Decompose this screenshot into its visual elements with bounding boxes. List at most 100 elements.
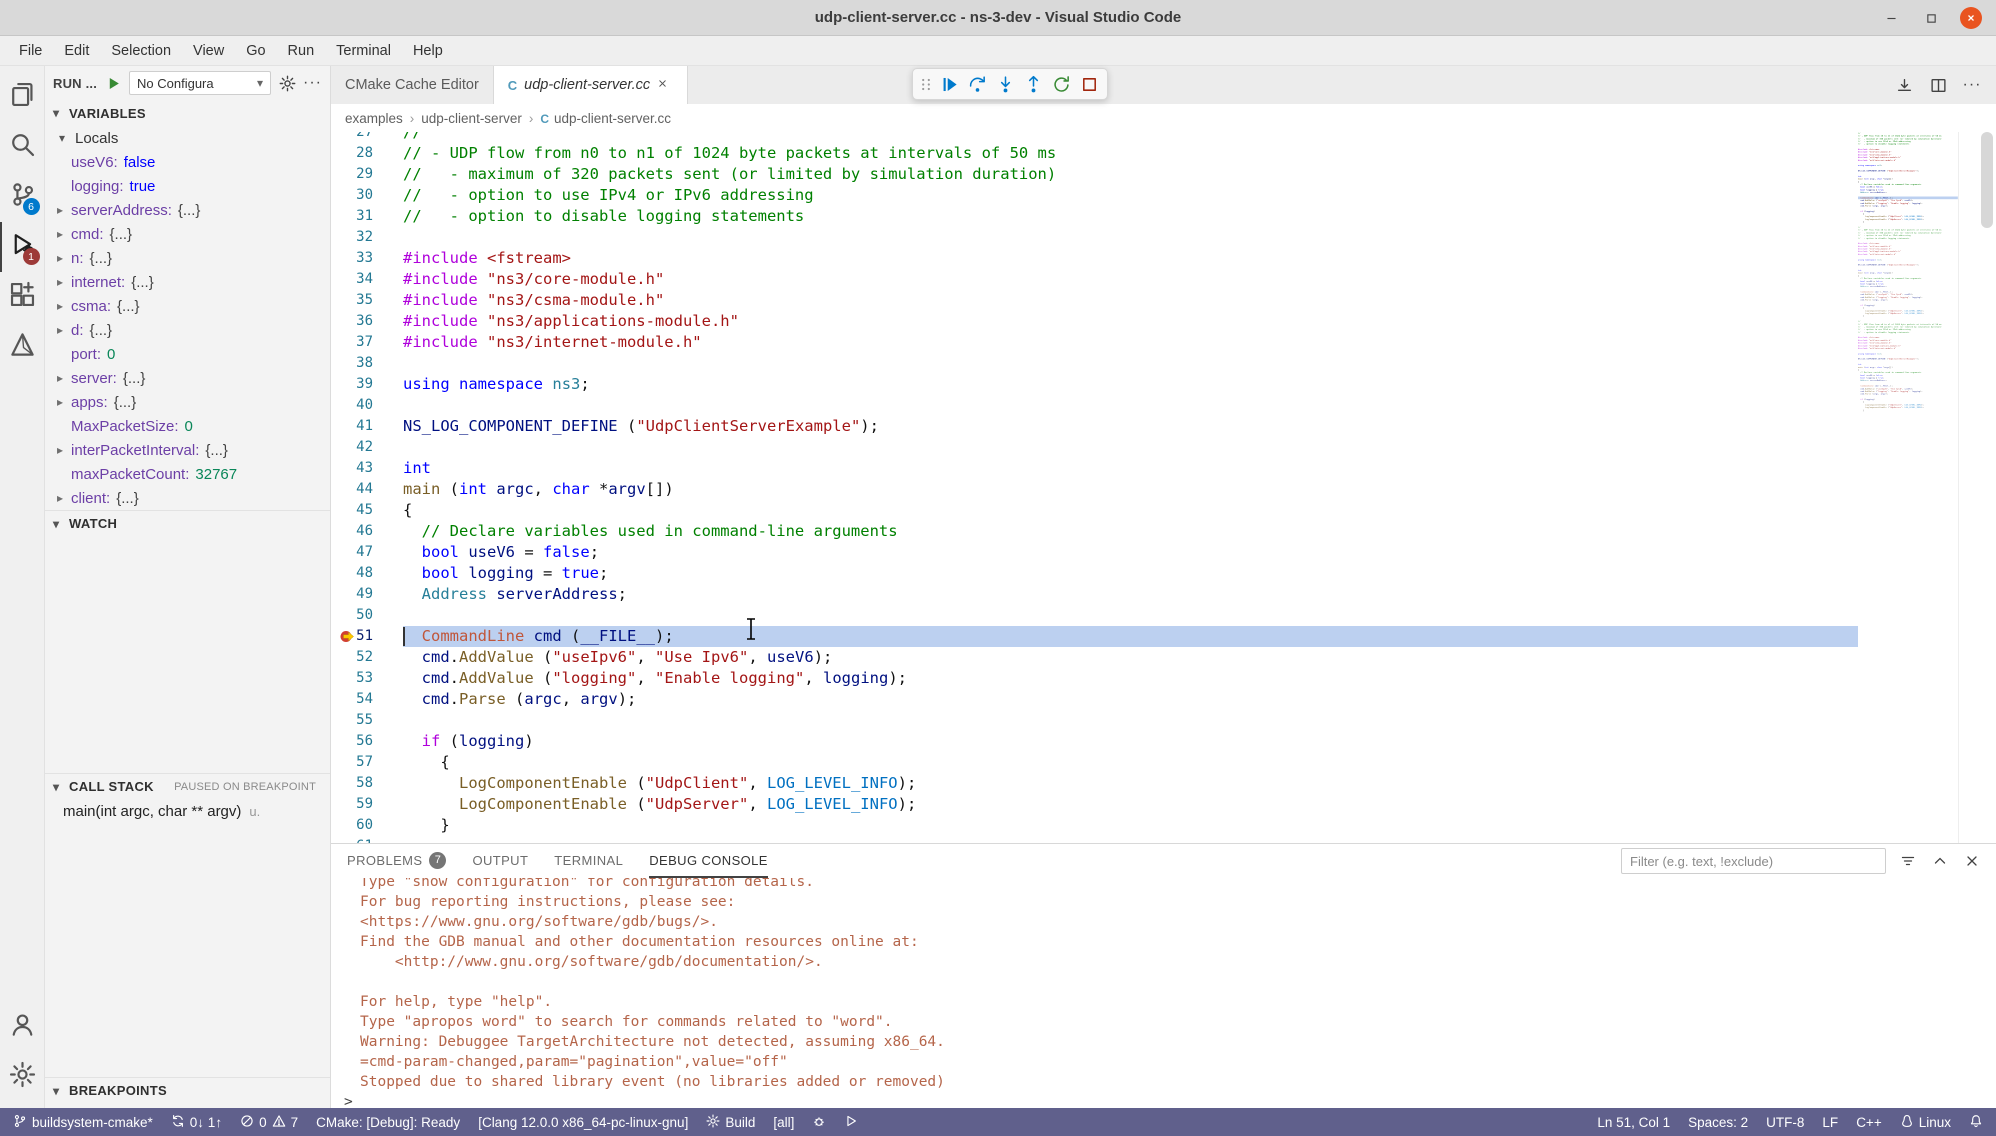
line-text[interactable]: NS_LOG_COMPONENT_DEFINE ("UdpClientServe… xyxy=(403,416,1858,437)
more-actions-icon[interactable]: ··· xyxy=(1962,75,1982,95)
line-number[interactable]: 60 xyxy=(331,815,403,836)
variable-row-apps[interactable]: ▸apps:{...} xyxy=(45,390,330,414)
line-text[interactable]: #include "ns3/applications-module.h" xyxy=(403,311,1858,332)
status-eol[interactable]: LF xyxy=(1813,1108,1847,1136)
variable-row-MaxPacketSize[interactable]: MaxPacketSize:0 xyxy=(45,414,330,438)
line-number[interactable]: 39 xyxy=(331,374,403,395)
more-actions-icon[interactable]: ··· xyxy=(303,74,322,92)
code-line-58[interactable]: 58 LogComponentEnable ("UdpClient", LOG_… xyxy=(331,773,1858,794)
variable-row-client[interactable]: ▸client:{...} xyxy=(45,486,330,510)
line-text[interactable]: if (logging) xyxy=(403,731,1858,752)
status-notifications[interactable] xyxy=(1960,1108,1992,1136)
menu-item-go[interactable]: Go xyxy=(235,36,276,66)
activity-search[interactable] xyxy=(0,122,45,172)
restart-button-icon[interactable] xyxy=(1048,71,1074,97)
activity-settings[interactable] xyxy=(0,1052,45,1102)
line-text[interactable]: // - maximum of 320 packets sent (or lim… xyxy=(403,164,1858,185)
line-text[interactable]: #include "ns3/core-module.h" xyxy=(403,269,1858,290)
line-text[interactable]: // - UDP flow from n0 to n1 of 1024 byte… xyxy=(403,143,1858,164)
line-text[interactable]: #include "ns3/internet-module.h" xyxy=(403,332,1858,353)
code-line-54[interactable]: 54 cmd.Parse (argc, argv); xyxy=(331,689,1858,710)
code-line-47[interactable]: 47 bool useV6 = false; xyxy=(331,542,1858,563)
variable-row-port[interactable]: port:0 xyxy=(45,342,330,366)
line-text[interactable] xyxy=(403,395,1858,416)
line-text[interactable]: LogComponentEnable ("UdpClient", LOG_LEV… xyxy=(403,773,1858,794)
line-number[interactable]: 30 xyxy=(331,185,403,206)
status-cursor-position[interactable]: Ln 51, Col 1 xyxy=(1588,1108,1679,1136)
scope-locals[interactable]: ▾ Locals xyxy=(45,126,330,150)
line-text[interactable]: { xyxy=(403,752,1858,773)
close-tab-icon[interactable] xyxy=(657,77,673,93)
code-line-43[interactable]: 43int xyxy=(331,458,1858,479)
code-line-44[interactable]: 44main (int argc, char *argv[]) xyxy=(331,479,1858,500)
line-text[interactable]: #include <fstream> xyxy=(403,248,1858,269)
panel-tab-terminal[interactable]: TERMINAL xyxy=(554,844,623,878)
line-text[interactable]: } xyxy=(403,815,1858,836)
menu-item-help[interactable]: Help xyxy=(402,36,454,66)
line-text[interactable] xyxy=(403,710,1858,731)
status-git-branch[interactable]: buildsystem-cmake* xyxy=(4,1108,162,1136)
watch-section-header[interactable]: ▾ WATCH xyxy=(45,510,330,536)
menu-item-terminal[interactable]: Terminal xyxy=(325,36,402,66)
line-number[interactable]: 53 xyxy=(331,668,403,689)
status-language-mode[interactable]: C++ xyxy=(1847,1108,1891,1136)
code-line-38[interactable]: 38 xyxy=(331,353,1858,374)
status-cmake-kit[interactable]: [Clang 12.0.0 x86_64-pc-linux-gnu] xyxy=(469,1108,697,1136)
variables-section-header[interactable]: ▾ VARIABLES xyxy=(45,100,330,126)
close-panel-icon[interactable] xyxy=(1962,851,1982,871)
line-number[interactable]: 29 xyxy=(331,164,403,185)
scrollbar-thumb[interactable] xyxy=(1981,132,1993,228)
line-number[interactable]: 38 xyxy=(331,353,403,374)
status-problems[interactable]: 07 xyxy=(231,1108,307,1136)
variable-row-server[interactable]: ▸server:{...} xyxy=(45,366,330,390)
line-number[interactable]: 33 xyxy=(331,248,403,269)
line-text[interactable]: CommandLine cmd (__FILE__); xyxy=(403,626,1858,647)
menu-item-file[interactable]: File xyxy=(8,36,53,66)
step-out-button-icon[interactable] xyxy=(1020,71,1046,97)
line-text[interactable]: // xyxy=(403,132,1858,143)
code-line-29[interactable]: 29// - maximum of 320 packets sent (or l… xyxy=(331,164,1858,185)
variable-row-serverAddress[interactable]: ▸serverAddress:{...} xyxy=(45,198,330,222)
line-text[interactable]: // - option to use IPv4 or IPv6 addressi… xyxy=(403,185,1858,206)
activity-extensions[interactable] xyxy=(0,272,45,322)
code-line-32[interactable]: 32 xyxy=(331,227,1858,248)
console-filter-input[interactable] xyxy=(1621,848,1886,874)
line-number[interactable]: 36 xyxy=(331,311,403,332)
line-text[interactable]: LogComponentEnable ("UdpServer", LOG_LEV… xyxy=(403,794,1858,815)
code-editor[interactable]: 27//28// - UDP flow from n0 to n1 of 102… xyxy=(331,132,1858,843)
line-text[interactable]: bool logging = true; xyxy=(403,563,1858,584)
line-number[interactable]: 44 xyxy=(331,479,403,500)
line-number[interactable]: 50 xyxy=(331,605,403,626)
variable-row-maxPacketCount[interactable]: maxPacketCount:32767 xyxy=(45,462,330,486)
line-text[interactable] xyxy=(403,605,1858,626)
code-line-53[interactable]: 53 cmd.AddValue ("logging", "Enable logg… xyxy=(331,668,1858,689)
code-line-34[interactable]: 34#include "ns3/core-module.h" xyxy=(331,269,1858,290)
line-text[interactable]: cmd.AddValue ("useIpv6", "Use Ipv6", use… xyxy=(403,647,1858,668)
status-os[interactable]: Linux xyxy=(1891,1108,1960,1136)
status-cmake-status[interactable]: CMake: [Debug]: Ready xyxy=(307,1108,469,1136)
editor-tab-udp-client-server-cc[interactable]: Cudp-client-server.cc xyxy=(494,66,688,104)
code-line-35[interactable]: 35#include "ns3/csma-module.h" xyxy=(331,290,1858,311)
line-text[interactable] xyxy=(403,437,1858,458)
open-changes-icon[interactable] xyxy=(1894,75,1914,95)
code-line-56[interactable]: 56 if (logging) xyxy=(331,731,1858,752)
code-line-28[interactable]: 28// - UDP flow from n0 to n1 of 1024 by… xyxy=(331,143,1858,164)
minimap[interactable]: //// - UDP flow from n0 to n1 of 1024 by… xyxy=(1858,132,1958,843)
line-number[interactable]: 43 xyxy=(331,458,403,479)
stop-button-icon[interactable] xyxy=(1076,71,1102,97)
code-line-52[interactable]: 52 cmd.AddValue ("useIpv6", "Use Ipv6", … xyxy=(331,647,1858,668)
line-number[interactable]: 48 xyxy=(331,563,403,584)
code-line-41[interactable]: 41NS_LOG_COMPONENT_DEFINE ("UdpClientSer… xyxy=(331,416,1858,437)
console-input[interactable]: > xyxy=(344,1092,1996,1108)
filter-icon[interactable] xyxy=(1898,851,1918,871)
line-number[interactable]: 61 xyxy=(331,836,403,843)
line-number[interactable]: 27 xyxy=(331,132,403,143)
variable-row-n[interactable]: ▸n:{...} xyxy=(45,246,330,270)
maximize-button[interactable] xyxy=(1920,7,1942,29)
code-line-61[interactable]: 61 xyxy=(331,836,1858,843)
status-cmake-debug[interactable] xyxy=(803,1108,835,1136)
maximize-panel-icon[interactable] xyxy=(1930,851,1950,871)
breadcrumb-item-2[interactable]: Cudp-client-server.cc xyxy=(540,111,671,126)
line-number[interactable]: 34 xyxy=(331,269,403,290)
call-stack-section-header[interactable]: ▾ CALL STACK PAUSED ON BREAKPOINT xyxy=(45,773,330,799)
